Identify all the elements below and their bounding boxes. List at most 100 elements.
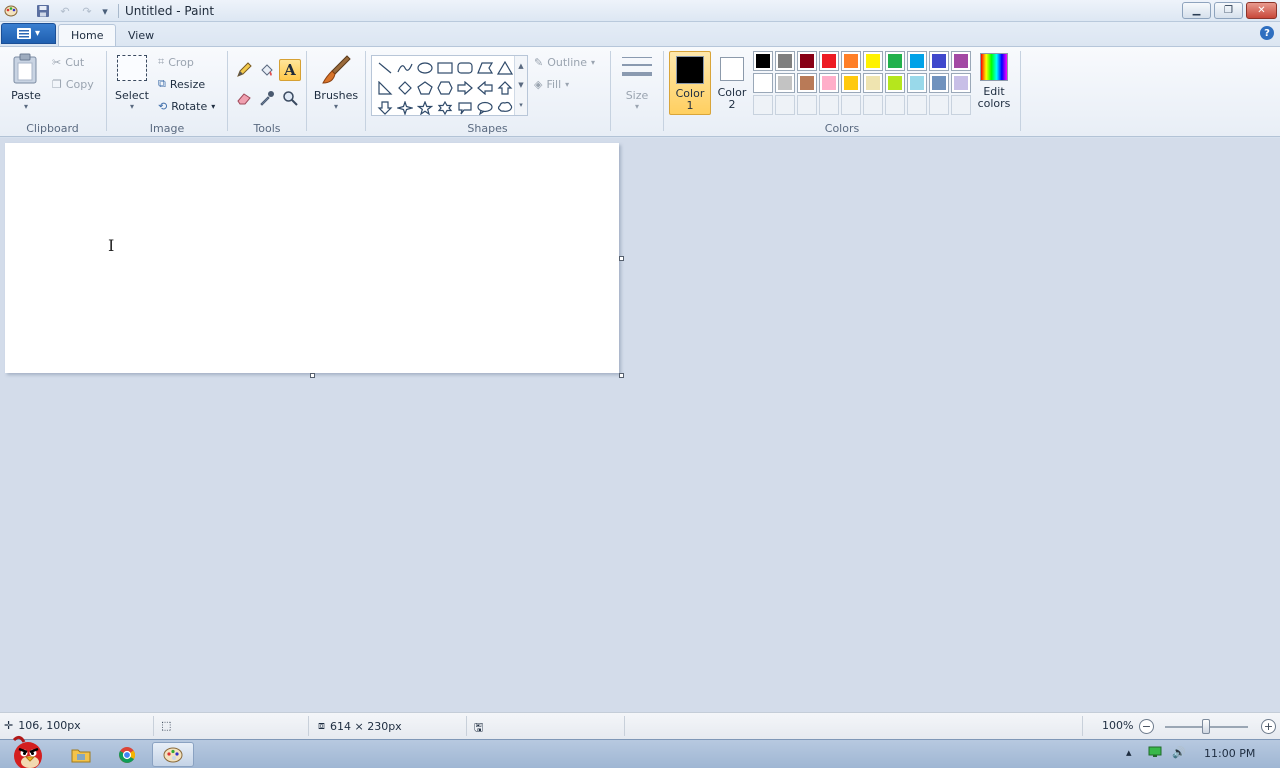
shapes-group: Shapes (366, 47, 609, 137)
palette-color-swatch[interactable] (753, 51, 773, 71)
canvas-resize-handle-right[interactable] (619, 256, 624, 261)
taskbar-chrome-button[interactable] (106, 742, 148, 767)
selection-size: ⬚ (161, 719, 171, 732)
palette-color-swatch[interactable] (797, 51, 817, 71)
tab-home[interactable]: Home (58, 24, 117, 46)
close-button[interactable]: ✕ (1246, 2, 1277, 19)
help-icon[interactable]: ? (1260, 26, 1274, 40)
resize-button[interactable]: ⧉ Resize (158, 75, 205, 93)
restore-button[interactable]: ❐ (1214, 2, 1243, 19)
zoom-in-icon[interactable]: + (1261, 719, 1276, 734)
palette-color-swatch[interactable] (907, 73, 927, 93)
clock[interactable]: 11:00 PM (1204, 747, 1255, 760)
brush-icon (322, 55, 351, 84)
palette-color-swatch[interactable] (753, 73, 773, 93)
paint-menu-button[interactable]: ▾ (1, 23, 56, 44)
custom-color-slot[interactable] (841, 95, 861, 115)
text-tool-icon[interactable]: A (279, 59, 301, 81)
magnifier-icon[interactable] (279, 87, 301, 109)
palette-color-swatch[interactable] (929, 73, 949, 93)
redo-icon[interactable]: ↷ (79, 3, 95, 19)
start-button[interactable] (6, 734, 48, 768)
pencil-icon[interactable] (233, 59, 255, 81)
title-bar: ↶ ↷ ▾ Untitled - Paint ▁ ❐ ✕ (0, 0, 1280, 22)
palette-color-swatch[interactable] (775, 73, 795, 93)
canvas-resize-handle-bottom[interactable] (310, 373, 315, 378)
custom-color-slot[interactable] (951, 95, 971, 115)
brushes-button[interactable]: Brushes ▾ (313, 53, 359, 111)
custom-color-slot[interactable] (753, 95, 773, 115)
canvas-resize-handle-corner[interactable] (619, 373, 624, 378)
group-divider (1020, 51, 1021, 131)
palette-color-swatch[interactable] (797, 73, 817, 93)
volume-icon[interactable]: 🔊 (1172, 746, 1186, 759)
palette-color-swatch[interactable] (885, 51, 905, 71)
custom-color-slot[interactable] (907, 95, 927, 115)
ribbon-tab-row: ▾ Home View ? (0, 22, 1280, 46)
swatch-fill (800, 54, 814, 68)
window-title: Untitled - Paint (125, 4, 215, 18)
paint-app-icon[interactable] (3, 3, 19, 19)
size-label: Size (625, 89, 649, 102)
chevron-down-icon: ▾ (129, 102, 134, 111)
custom-color-slot[interactable] (797, 95, 817, 115)
palette-color-swatch[interactable] (951, 73, 971, 93)
palette-color-swatch[interactable] (907, 51, 927, 71)
swatch-fill (932, 76, 946, 90)
tab-view[interactable]: View (116, 24, 166, 46)
select-button[interactable]: Select ▾ (115, 55, 149, 111)
palette-color-swatch[interactable] (841, 51, 861, 71)
crop-button[interactable]: ⌗ Crop (158, 53, 194, 71)
save-icon[interactable] (35, 3, 51, 19)
custom-color-slot[interactable] (885, 95, 905, 115)
ribbon: Paste ▾ ✂ Cut ❐ Copy Clipboard Select ▾ … (0, 46, 1280, 137)
drawing-canvas[interactable] (5, 143, 619, 373)
swatch-fill (844, 76, 858, 90)
taskbar-paint-button[interactable] (152, 742, 194, 767)
file-size: 🖫 (474, 719, 483, 738)
swatch-fill (910, 76, 924, 90)
line-size-icon (622, 57, 652, 76)
show-hidden-icons-icon[interactable]: ▴ (1126, 746, 1132, 759)
swatch-fill (822, 54, 836, 68)
zoom-slider-thumb[interactable] (1202, 719, 1210, 734)
disk-icon: 🖫 (474, 721, 484, 734)
palette-color-swatch[interactable] (819, 73, 839, 93)
minimize-button[interactable]: ▁ (1182, 2, 1211, 19)
undo-icon[interactable]: ↶ (57, 3, 73, 19)
swatch-fill (756, 54, 770, 68)
swatch-fill (866, 76, 880, 90)
palette-color-swatch[interactable] (819, 51, 839, 71)
palette-color-swatch[interactable] (863, 73, 883, 93)
status-divider (624, 716, 625, 736)
copy-icon: ❐ (52, 77, 62, 91)
title-separator (118, 4, 119, 18)
taskbar: ▴ 🔊 11:00 PM (0, 735, 1280, 768)
fill-bucket-icon[interactable] (256, 59, 278, 81)
palette-color-swatch[interactable] (841, 73, 861, 93)
angry-bird-start-icon (12, 735, 42, 768)
copy-button[interactable]: ❐ Copy (52, 75, 94, 93)
rotate-button[interactable]: ⟲ Rotate ▾ (158, 97, 215, 115)
paste-button[interactable]: Paste ▾ (8, 53, 44, 111)
palette-color-swatch[interactable] (863, 51, 883, 71)
eraser-icon[interactable] (233, 87, 255, 109)
custom-color-slot[interactable] (775, 95, 795, 115)
zoom-out-icon[interactable]: − (1139, 719, 1154, 734)
palette-color-swatch[interactable] (929, 51, 949, 71)
swatch-fill (888, 54, 902, 68)
custom-color-slot[interactable] (863, 95, 883, 115)
scissors-icon: ✂ (52, 55, 62, 69)
color-picker-icon[interactable] (256, 87, 278, 109)
customize-quick-access-icon[interactable]: ▾ (97, 3, 113, 19)
palette-color-swatch[interactable] (885, 73, 905, 93)
palette-color-swatch[interactable] (951, 51, 971, 71)
custom-color-slot[interactable] (819, 95, 839, 115)
cut-button[interactable]: ✂ Cut (52, 53, 84, 71)
taskbar-explorer-button[interactable] (60, 742, 102, 767)
custom-color-slot[interactable] (929, 95, 949, 115)
swatch-fill (888, 76, 902, 90)
palette-color-swatch[interactable] (775, 51, 795, 71)
network-icon[interactable] (1148, 746, 1162, 758)
size-button[interactable]: Size ▾ (618, 53, 656, 111)
